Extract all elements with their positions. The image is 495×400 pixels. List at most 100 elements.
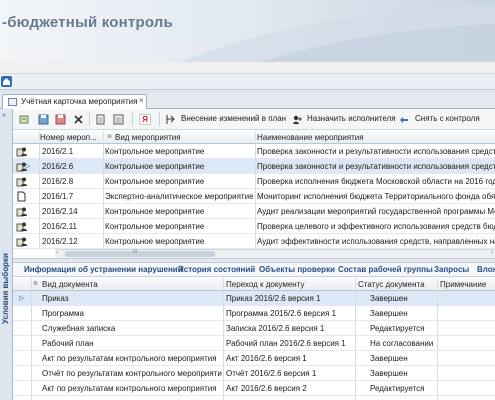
document-status: Завершен [370, 354, 408, 363]
column-divider [355, 278, 356, 400]
table-row[interactable]: Служебная записка Записка 2016/2.6 версия… [13, 321, 495, 336]
remove-control-icon [400, 117, 408, 123]
event-name: Проверка законности и результативности и… [257, 147, 495, 156]
document-kind: Отчёт по результатам контрольного меропр… [42, 369, 222, 378]
event-name: Аудит реализации мероприятий государстве… [257, 207, 495, 216]
table-row[interactable]: 2016/1.7 Экспертно-аналитическое мероприя… [13, 189, 495, 204]
document-link[interactable]: Программа 2016/2.6 версия 1 [226, 309, 354, 318]
table-row[interactable]: Отчёт по результатам контрольного меропр… [13, 366, 495, 381]
document-kind: Приказ [42, 294, 69, 303]
document-link[interactable]: Акт 2016/2.6 версия 1 [226, 354, 354, 363]
navigation-strip [0, 74, 495, 90]
assign-executor-icon [293, 115, 302, 124]
assign-executor-button[interactable]: Назначить исполнителя [307, 114, 396, 123]
table-row[interactable]: 2016/2.14 Контрольное мероприятие Аудит ре… [13, 204, 495, 219]
row-indicator-icon: ▷ [19, 295, 25, 302]
tab-attachments[interactable]: Влож [477, 265, 495, 274]
document-icon [16, 191, 28, 202]
column-header-type[interactable]: Вид мероприятия [115, 133, 255, 142]
document-icon[interactable] [95, 114, 106, 125]
event-type: Контрольное мероприятие [105, 207, 205, 216]
document-status: Завершен [370, 294, 408, 303]
table-row[interactable]: Акт по результатам контрольного мероприя… [13, 351, 495, 366]
scroll-right-icon[interactable]: › [491, 250, 493, 256]
documents-grid-header: ⊕ Вид документа Переход к документу Стат… [13, 278, 495, 291]
amend-plan-button[interactable]: Внесение изменений в план [181, 114, 286, 123]
document-kind: Акт по результатам контрольного мероприя… [42, 384, 217, 393]
tab-event-card[interactable]: Учётная карточка мероприятия × [2, 94, 147, 109]
column-header-number[interactable]: Номер мероп... [40, 133, 104, 142]
events-grid-header: Номер мероп... ⊕ Вид мероприятия Наимено… [13, 131, 495, 144]
column-divider [31, 278, 32, 400]
tab-violations-info[interactable]: Информация об устранении нарушений [24, 265, 183, 274]
document-link[interactable]: Рабочий план 2016/2.6 версия 1 [226, 339, 354, 348]
people-icon [16, 236, 28, 247]
document-link[interactable]: Записка 2016/2.6 версия 1 [226, 324, 354, 333]
column-header-doc-status[interactable]: Статус документа [358, 280, 438, 289]
document-link[interactable]: Акт 2016/2.6 версия 2 [226, 384, 354, 393]
scroll-left-icon[interactable]: ‹ [56, 250, 58, 256]
column-divider [103, 131, 104, 249]
filter-side-panel[interactable]: » Условия выборки [0, 109, 13, 400]
table-row[interactable]: 2016/2.12 Контрольное мероприятие Аудит эф… [13, 234, 495, 249]
event-type: Контрольное мероприятие [105, 147, 205, 156]
list-icon[interactable] [113, 114, 124, 125]
column-divider [223, 278, 224, 400]
tab-inspection-objects[interactable]: Объекты проверки [259, 265, 335, 274]
events-grid: Номер мероп... ⊕ Вид мероприятия Наимено… [13, 131, 495, 249]
event-type: Контрольное мероприятие [105, 162, 205, 171]
expand-icon[interactable]: » [2, 112, 6, 119]
document-link[interactable]: Приказ 2016/2.6 версия 1 [226, 294, 354, 303]
delete-icon[interactable] [73, 114, 84, 125]
event-name: Проверка целевого и эффективного использ… [257, 222, 495, 231]
event-name: Проверка исполнения бюджета Московской о… [257, 177, 495, 186]
column-header-name[interactable]: Наименование мероприятия [257, 133, 495, 142]
table-row[interactable]: 2016/2.1 Контрольное мероприятие Проверка … [13, 144, 495, 159]
event-name: Аудит эффективности использования средст… [257, 237, 495, 246]
table-row[interactable]: ▷ Приказ Приказ 2016/2.6 версия 1 Завершен [13, 291, 495, 306]
event-number: 2016/2.12 [42, 237, 78, 246]
table-row[interactable]: 2016/2.8 Контрольное мероприятие Проверка … [13, 174, 495, 189]
save-icon[interactable] [38, 114, 49, 125]
refresh-icon[interactable] [19, 114, 30, 125]
home-icon[interactable] [1, 76, 12, 87]
toolbar: Я Внесение изменений в план Назначить ис… [13, 110, 495, 130]
tab-working-group[interactable]: Состав рабочей группы [338, 265, 433, 274]
detail-tabs: Информация об устранении нарушений Истор… [13, 263, 495, 277]
remove-control-button[interactable]: Снять с контроля [415, 114, 480, 123]
row-indicator-icon: ▷ [25, 163, 31, 170]
documents-grid: ⊕ Вид документа Переход к документу Стат… [13, 278, 495, 400]
filter-panel-label[interactable]: Условия выборки [1, 253, 10, 324]
scrollbar-thumb[interactable]: III [65, 249, 215, 257]
document-status: Редактируется [370, 384, 425, 393]
column-divider [39, 131, 40, 249]
event-number: 2016/2.1 [42, 147, 74, 156]
document-status: Редактируется [370, 324, 425, 333]
document-kind: Рабочий план [42, 339, 94, 348]
document-link[interactable]: Отчёт 2016/2.6 версия 1 [226, 369, 354, 378]
table-row[interactable]: Программа Программа 2016/2.6 версия 1 Заве… [13, 306, 495, 321]
document-kind: Служебная записка [42, 324, 116, 333]
column-header-doc-kind[interactable]: Вид документа [42, 280, 220, 289]
event-name: Проверка законности и результативности и… [257, 162, 495, 171]
event-number: 2016/2.11 [42, 222, 77, 231]
tab-requests[interactable]: Запросы [434, 265, 469, 274]
people-icon [16, 221, 28, 232]
column-divider [437, 278, 438, 400]
save-close-icon[interactable] [55, 114, 66, 125]
table-row[interactable]: ▷ 2016/2.6 Контрольное мероприятие Проверка… [13, 159, 495, 174]
close-icon[interactable]: × [139, 96, 144, 105]
horizontal-scrollbar[interactable]: ‹ III › [55, 249, 495, 258]
event-name: Мониторинг исполнения бюджета Территориа… [257, 192, 495, 201]
column-header-note[interactable]: Примечание [440, 280, 495, 289]
tab-state-history[interactable]: История состояний [178, 265, 255, 274]
column-header-doc-link[interactable]: Переход к документу [226, 280, 356, 289]
menu-strip [0, 62, 495, 74]
yandex-button[interactable]: Я [139, 114, 151, 125]
document-status: Завершен [370, 369, 408, 378]
people-icon [16, 146, 28, 157]
table-row[interactable]: Рабочий план Рабочий план 2016/2.6 версия… [13, 336, 495, 351]
document-kind: Программа [42, 309, 84, 318]
table-row[interactable]: Акт по результатам контрольного мероприя… [13, 381, 495, 396]
table-row[interactable]: 2016/2.11 Контрольное мероприятие Проверка… [13, 219, 495, 234]
